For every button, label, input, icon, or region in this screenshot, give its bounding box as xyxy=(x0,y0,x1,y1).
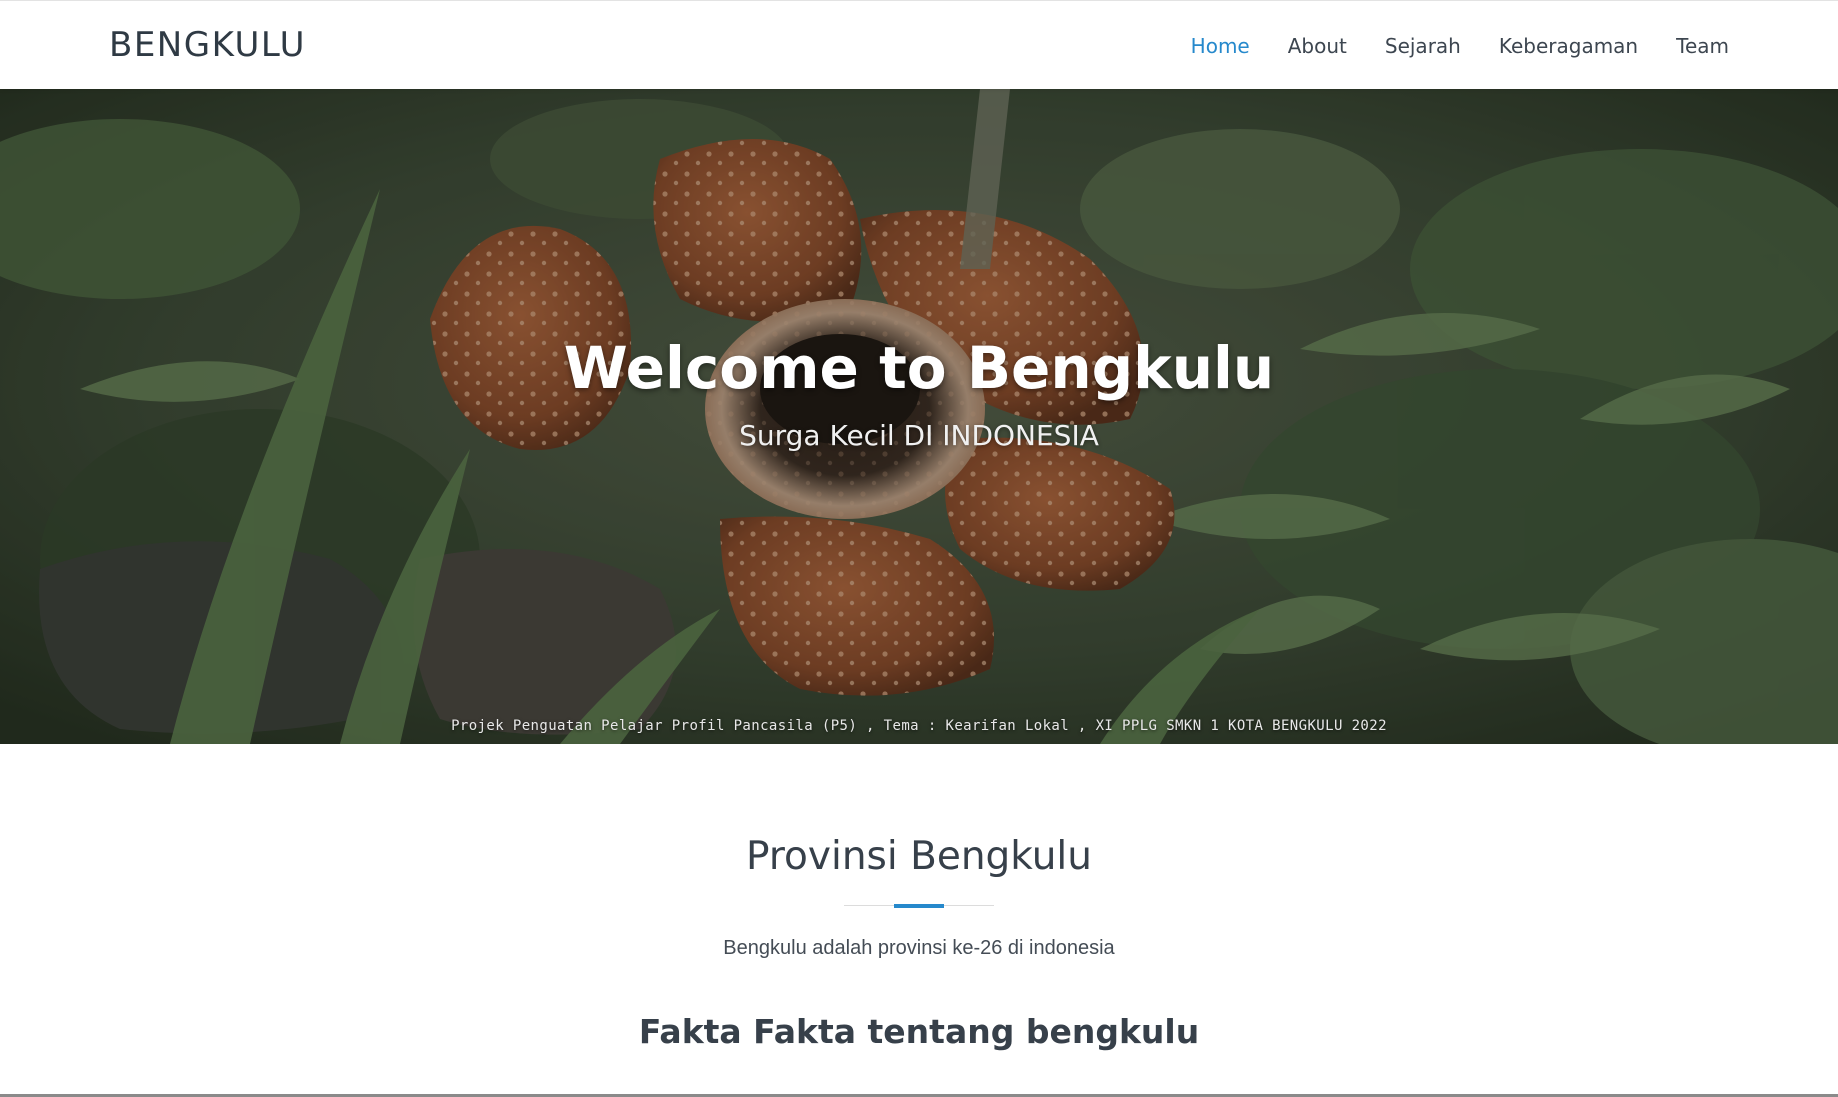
nav-menu: Home About Sejarah Keberagaman Team xyxy=(1191,1,1729,90)
hero-credit: Projek Penguatan Pelajar Profil Pancasil… xyxy=(451,718,1387,734)
nav-link-team[interactable]: Team xyxy=(1676,34,1729,58)
hero-section: Welcome to Bengkulu Surga Kecil DI INDON… xyxy=(0,89,1838,744)
nav-link-sejarah[interactable]: Sejarah xyxy=(1385,34,1461,58)
hero-title: Welcome to Bengkulu xyxy=(563,334,1275,402)
brand-logo[interactable]: BENGKULU xyxy=(109,25,306,65)
section-divider-accent xyxy=(894,904,944,908)
navbar: BENGKULU Home About Sejarah Keberagaman … xyxy=(0,0,1838,89)
nav-link-home[interactable]: Home xyxy=(1191,34,1250,58)
hero-overlay xyxy=(0,89,1838,744)
nav-link-keberagaman[interactable]: Keberagaman xyxy=(1499,34,1638,58)
facts-title: Fakta Fakta tentang bengkulu xyxy=(638,1012,1200,1051)
nav-link-about[interactable]: About xyxy=(1288,34,1347,58)
section-description: Bengkulu adalah provinsi ke-26 di indone… xyxy=(723,937,1115,959)
hero-subtitle: Surga Kecil DI INDONESIA xyxy=(739,419,1099,452)
section-title: Provinsi Bengkulu xyxy=(746,834,1092,879)
